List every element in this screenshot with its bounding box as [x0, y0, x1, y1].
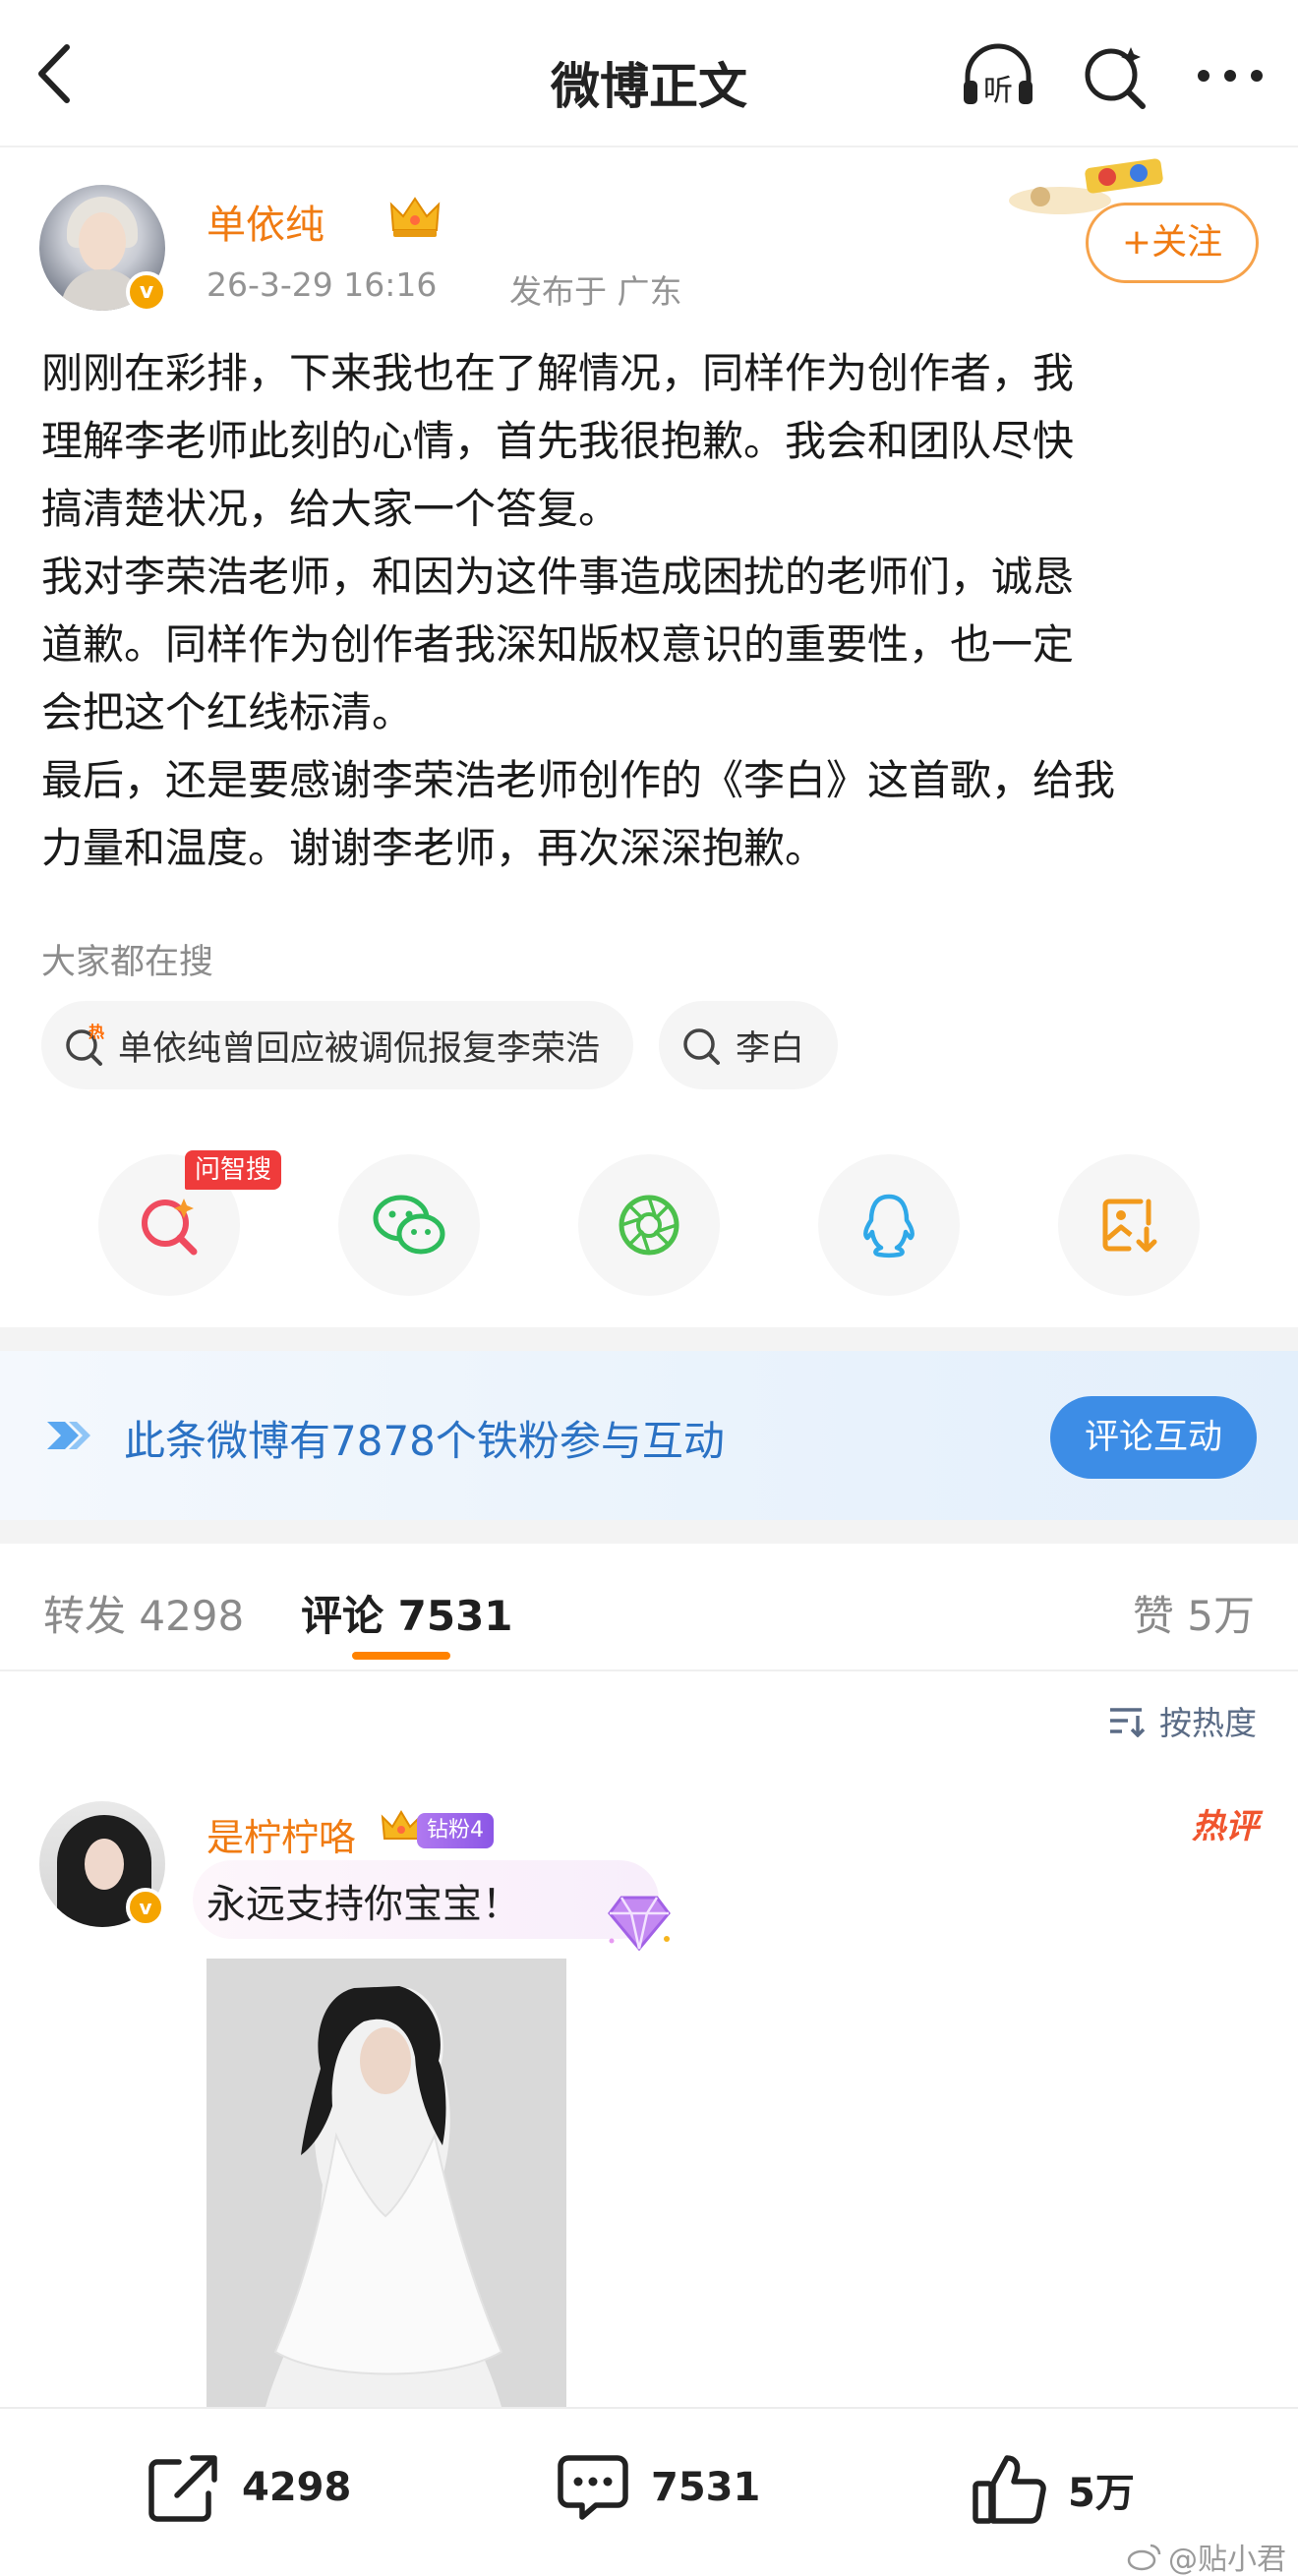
post-line: 会把这个红线标清。: [41, 688, 414, 736]
post-line: 刚刚在彩排，下来我也在了解情况，同样作为创作者，我: [41, 349, 1075, 397]
portrait-photo: [206, 1959, 566, 2407]
verified-badge: v: [126, 271, 167, 313]
listen-button[interactable]: 听: [958, 35, 1038, 116]
like-button[interactable]: 5万: [972, 2452, 1135, 2527]
top-nav-bar: 微博正文 听: [0, 0, 1298, 147]
trending-search-chip[interactable]: 李白: [659, 1001, 839, 1089]
search-sparkle-icon: [1085, 47, 1146, 109]
fans-interaction-banner[interactable]: 此条微博有7878个铁粉参与互动 评论互动: [0, 1351, 1298, 1520]
commenter-name[interactable]: 是柠柠咯: [206, 1807, 356, 1861]
search-icon: [683, 1028, 721, 1065]
svg-text:听: 听: [983, 74, 1013, 108]
post-line: 最后，还是要感谢李荣浩老师创作的《李白》这首歌，给我: [41, 756, 1116, 804]
repost-icon: [148, 2455, 217, 2522]
comment-interact-button[interactable]: 评论互动: [1050, 1396, 1257, 1479]
weibo-logo-icon: [1127, 2544, 1161, 2571]
post-line: 理解李老师此刻的心情，首先我很抱歉。我会和团队尽快: [41, 417, 1075, 465]
chip-label: 李白: [736, 1028, 805, 1069]
post-timestamp: 26-3-29 16:16: [206, 265, 438, 304]
save-image-button[interactable]: [1058, 1154, 1200, 1296]
repost-count: 4298: [242, 2465, 352, 2510]
fans-banner-text: 此条微博有7878个铁粉参与互动: [124, 1417, 725, 1465]
section-divider: [0, 1520, 1298, 1544]
ai-search-icon: [142, 1199, 198, 1256]
watermark-text: @贴小君: [1168, 2543, 1286, 2576]
more-dots-icon: [1198, 70, 1263, 82]
comment-text: 永远支持你宝宝！: [206, 1882, 521, 1927]
follow-button[interactable]: +关注: [1086, 203, 1259, 283]
post-line: 我对李荣浩老师，和因为这件事造成困扰的老师们，诚恳: [41, 553, 1075, 601]
verified-badge: v: [126, 1888, 165, 1927]
post-text: 刚刚在彩排，下来我也在了解情况，同样作为创作者，我 理解李老师此刻的心情，首先我…: [41, 339, 1270, 882]
fan-level-badge: 钻粉4: [417, 1813, 494, 1848]
chip-label: 单依纯曾回应被调侃报复李荣浩: [118, 1028, 601, 1069]
crown-icon: [389, 197, 441, 237]
wechat-icon: [373, 1195, 445, 1255]
interaction-tabs: 转发 4298 评论 7531 赞 5万: [0, 1544, 1298, 1671]
moments-share-button[interactable]: [578, 1154, 720, 1296]
ai-search-tag: 问智搜: [185, 1150, 282, 1190]
trending-search-label: 大家都在搜: [41, 943, 214, 982]
sort-by-hot-button[interactable]: 按热度: [1108, 1697, 1257, 1744]
headphone-listen-icon: 听: [964, 43, 1032, 108]
hot-comment-badge: 热评: [1192, 1807, 1259, 1846]
wechat-share-button[interactable]: [338, 1154, 480, 1296]
tab-likes[interactable]: 赞 5万: [1133, 1583, 1255, 1643]
comment-bubble-icon: [558, 2455, 628, 2520]
post-line: 力量和温度。谢谢李老师，再次深深抱歉。: [41, 824, 827, 872]
tab-repost[interactable]: 转发 4298: [43, 1583, 244, 1643]
fans-interaction-icon: [47, 1422, 90, 1449]
qq-share-button[interactable]: [818, 1154, 960, 1296]
more-button[interactable]: [1190, 35, 1270, 116]
moments-icon: [619, 1195, 679, 1256]
comment-button[interactable]: 7531: [555, 2452, 760, 2523]
watermark: @贴小君: [1127, 2535, 1286, 2576]
svg-text:热: 热: [88, 1024, 104, 1041]
comment-count: 7531: [651, 2465, 761, 2510]
sort-label: 按热度: [1159, 1704, 1257, 1742]
post-location: 发布于 广东: [509, 272, 682, 311]
save-image-icon: [1102, 1199, 1157, 1253]
sort-icon: [1110, 1708, 1146, 1737]
active-tab-indicator: [352, 1652, 450, 1660]
bottom-action-bar: 4298 7531 5万 @贴小君: [0, 2407, 1298, 2576]
hot-search-icon: 热: [66, 1024, 104, 1066]
post-line: 搞清楚状况，给大家一个答复。: [41, 485, 620, 533]
repost-button[interactable]: 4298: [146, 2452, 351, 2523]
comment-image[interactable]: [206, 1959, 566, 2407]
thumbs-up-icon: [973, 2455, 1046, 2524]
like-count: 5万: [1068, 2471, 1135, 2516]
tab-comments[interactable]: 评论 7531: [301, 1583, 513, 1643]
post-line: 道歉。同样作为创作者我深知版权意识的重要性，也一定: [41, 620, 1075, 669]
diamond-gem-icon: [608, 1896, 671, 1952]
trending-search-chip[interactable]: 热 单依纯曾回应被调侃报复李荣浩: [41, 1001, 634, 1089]
section-divider: [0, 1327, 1298, 1351]
post-author: v 单依纯 26-3-29 16:16 发布于 广东 +关注: [39, 158, 1259, 313]
search-button[interactable]: [1074, 35, 1154, 116]
qq-icon: [863, 1194, 914, 1258]
author-name[interactable]: 单依纯: [206, 193, 324, 250]
